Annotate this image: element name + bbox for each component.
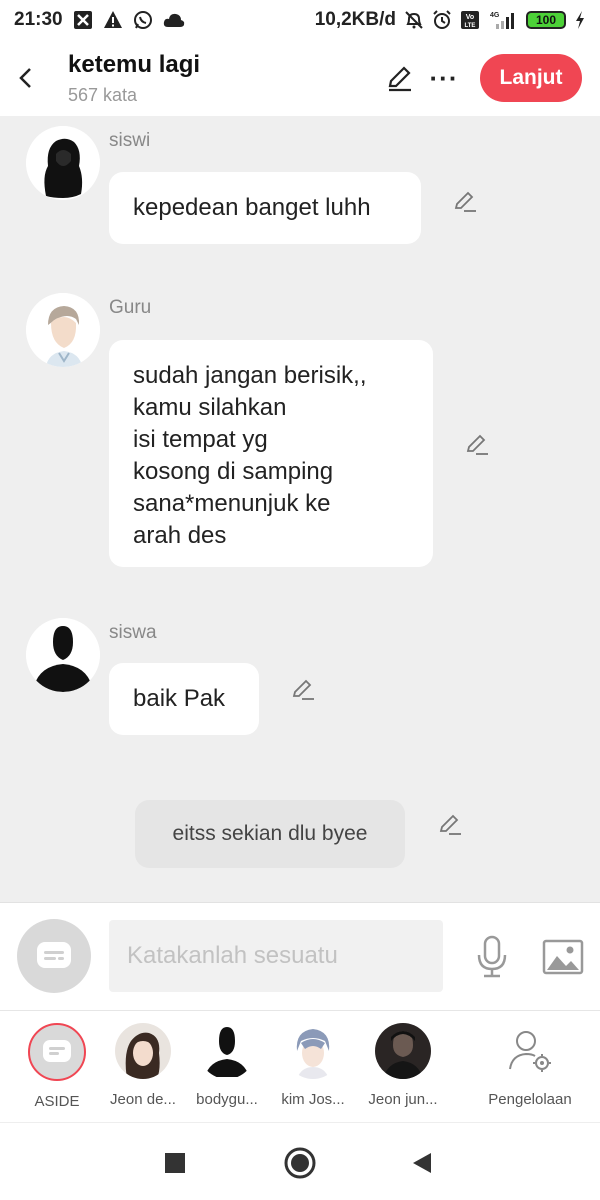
- status-bar: 21:30 10,2KB/d Vo LTE 4G 100: [0, 0, 600, 40]
- pencil-icon: [292, 679, 314, 700]
- signal-icon: 4G: [488, 10, 518, 30]
- edit-title-button[interactable]: [378, 56, 422, 100]
- aside-mode-button[interactable]: [17, 919, 91, 993]
- app-header: ketemu lagi 567 kata ··· Lanjut: [0, 40, 600, 116]
- app-icon: [73, 10, 93, 30]
- edit-message-button[interactable]: [450, 186, 480, 216]
- anime-boy-avatar-icon: [285, 1023, 341, 1079]
- back-button[interactable]: [0, 40, 52, 116]
- message-line: kosong di samping: [133, 458, 334, 485]
- character-label: Jeon de...: [110, 1091, 176, 1108]
- avatar-siswa[interactable]: [26, 618, 100, 692]
- network-speed: 10,2KB/d: [314, 9, 396, 30]
- boy-silhouette-icon: [26, 618, 100, 692]
- warning-icon: [103, 10, 123, 30]
- avatar-siswi[interactable]: [26, 126, 100, 200]
- character-jeon-de[interactable]: Jeon de...: [98, 1023, 188, 1119]
- image-icon: [542, 939, 584, 975]
- message-line: sudah jangan berisik,,: [133, 362, 367, 389]
- chat-bubble-icon: [37, 942, 71, 968]
- chat-bubble-icon: [43, 1040, 71, 1062]
- message-bubble[interactable]: kepedean banget luhh: [109, 172, 421, 244]
- boy-silhouette-icon: [199, 1023, 255, 1079]
- message-line: kepedean banget luhh: [133, 194, 371, 221]
- speaker-name: siswi: [109, 130, 151, 151]
- status-time: 21:30: [14, 9, 63, 30]
- teacher-avatar-icon: [26, 293, 100, 367]
- dark-photo-avatar-icon: [375, 1023, 431, 1079]
- image-upload-button[interactable]: [538, 933, 588, 981]
- story-title[interactable]: ketemu lagi: [68, 51, 200, 79]
- manage-label: Pengelolaan: [488, 1091, 572, 1108]
- svg-text:Vo: Vo: [466, 14, 474, 21]
- character-avatar: [115, 1023, 171, 1079]
- pencil-icon: [388, 66, 411, 92]
- message-line: isi tempat yg: [133, 426, 268, 453]
- edit-aside-button[interactable]: [435, 809, 465, 839]
- voice-input-button[interactable]: [470, 933, 514, 981]
- volte-icon: Vo LTE: [460, 10, 480, 30]
- character-kim-jos[interactable]: kim Jos...: [268, 1023, 358, 1119]
- character-label: ASIDE: [34, 1093, 80, 1110]
- story-editor-screen: 21:30 10,2KB/d Vo LTE 4G 100 ketemu lagi…: [0, 0, 600, 1200]
- edit-message-button[interactable]: [288, 674, 318, 704]
- word-count: 567 kata: [68, 84, 138, 105]
- character-avatar: [285, 1023, 341, 1079]
- message-line: baik Pak: [133, 685, 226, 712]
- character-label: bodygu...: [196, 1091, 258, 1108]
- message-line: arah des: [133, 522, 227, 549]
- aside-message-bubble[interactable]: eitss sekian dlu byee: [135, 800, 405, 868]
- user-settings-icon: [509, 1031, 551, 1072]
- character-selector: ASIDE Jeon de... bodygu... kim Jos... Je…: [0, 1010, 600, 1122]
- edit-message-button[interactable]: [462, 429, 492, 459]
- character-avatar: [199, 1023, 255, 1079]
- message-bubble[interactable]: baik Pak: [109, 663, 259, 735]
- aside-avatar: [28, 1023, 86, 1081]
- charging-icon: [574, 10, 586, 30]
- pencil-icon: [466, 434, 488, 455]
- pencil-icon: [439, 814, 461, 835]
- microphone-icon: [477, 935, 507, 978]
- chat-area[interactable]: siswi kepedean banget luhh Guru sudah ja…: [0, 116, 600, 901]
- back-nav-button[interactable]: [402, 1143, 442, 1183]
- more-options-button[interactable]: ···: [422, 56, 466, 100]
- mute-icon: [404, 10, 424, 30]
- cloud-icon: [163, 12, 185, 28]
- system-nav-bar: [0, 1122, 600, 1200]
- message-line: sana*menunjuk ke: [133, 490, 331, 517]
- back-arrow-icon: [19, 68, 31, 88]
- alarm-icon: [432, 10, 452, 30]
- manage-characters-button[interactable]: Pengelolaan: [480, 1023, 580, 1119]
- recent-apps-button[interactable]: [155, 1143, 195, 1183]
- whatsapp-icon: [133, 10, 153, 30]
- girl-silhouette-icon: [26, 126, 100, 200]
- character-label: kim Jos...: [281, 1091, 345, 1108]
- manage-avatar: [502, 1023, 558, 1079]
- circle-icon: [284, 1147, 316, 1179]
- character-label: Jeon jun...: [368, 1091, 438, 1108]
- message-bubble[interactable]: sudah jangan berisik,, kamu silahkan isi…: [109, 340, 433, 567]
- message-line: kamu silahkan: [133, 394, 287, 421]
- next-button[interactable]: Lanjut: [480, 54, 582, 102]
- svg-text:4G: 4G: [490, 12, 500, 19]
- character-avatar: [375, 1023, 431, 1079]
- character-jeon-jun[interactable]: Jeon jun...: [358, 1023, 448, 1119]
- character-aside[interactable]: ASIDE: [12, 1023, 102, 1119]
- message-input[interactable]: [109, 920, 443, 992]
- avatar-guru[interactable]: [26, 293, 100, 367]
- square-icon: [165, 1153, 185, 1173]
- battery-indicator: 100: [526, 11, 566, 29]
- message-input-bar: [0, 902, 600, 1010]
- girl-avatar-icon: [115, 1023, 171, 1079]
- triangle-back-icon: [413, 1153, 431, 1173]
- speaker-name: Guru: [109, 297, 152, 318]
- speaker-name: siswa: [109, 622, 157, 643]
- pencil-icon: [454, 191, 476, 212]
- home-button[interactable]: [280, 1143, 320, 1183]
- character-bodyguard[interactable]: bodygu...: [182, 1023, 272, 1119]
- svg-text:LTE: LTE: [465, 23, 476, 29]
